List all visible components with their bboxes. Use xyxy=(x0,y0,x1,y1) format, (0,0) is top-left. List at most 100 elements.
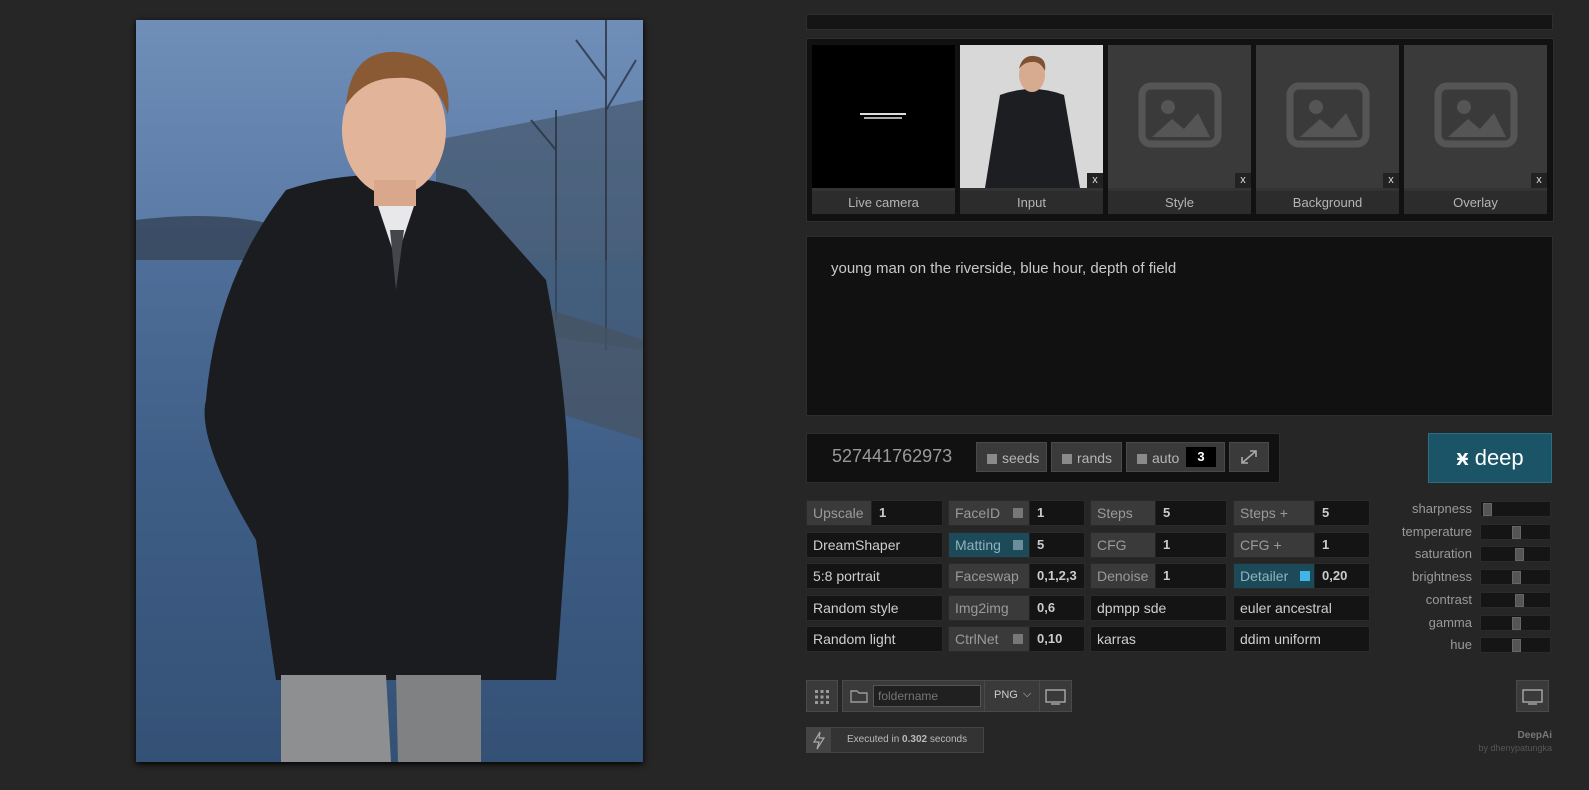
setting-euler-ancestral[interactable]: euler ancestral xyxy=(1233,594,1370,621)
setting-dpmpp-sde[interactable]: dpmpp sde xyxy=(1090,594,1227,621)
remove-style-button[interactable]: x xyxy=(1235,173,1251,188)
setting-value[interactable]: 0,6 xyxy=(1037,596,1055,620)
toggle-indicator-icon[interactable] xyxy=(1013,634,1023,644)
rands-label: rands xyxy=(1077,450,1113,466)
setting-random-style[interactable]: Random style xyxy=(806,594,943,621)
setting-value[interactable]: 5 xyxy=(1163,501,1170,525)
slider-gamma[interactable] xyxy=(1480,614,1551,631)
auto-toggle[interactable]: auto 3 xyxy=(1126,442,1225,472)
slider-hue[interactable] xyxy=(1480,637,1551,654)
format-select[interactable]: PNG ⌵ xyxy=(984,680,1040,712)
deep-logo-icon: ӿ xyxy=(1456,445,1469,470)
input-thumbnail-figure xyxy=(985,55,1080,188)
seed-value[interactable]: 527441762973 xyxy=(832,446,952,467)
setting-matting[interactable]: Matting 5 xyxy=(948,531,1085,558)
setting-value[interactable]: 5 xyxy=(1322,501,1329,525)
deep-label: deep xyxy=(1474,445,1524,470)
setting-value[interactable]: 1 xyxy=(1322,533,1329,557)
setting-label: euler ancestral xyxy=(1240,599,1332,616)
auto-count[interactable]: 3 xyxy=(1186,447,1216,467)
checkbox-icon xyxy=(1137,454,1147,464)
save-toolbar: PNG ⌵ xyxy=(806,680,1072,714)
deep-generate-button[interactable]: ӿ deep xyxy=(1428,433,1552,483)
setting-steps[interactable]: Steps + 5 xyxy=(1233,500,1370,526)
setting-ddim-uniform[interactable]: ddim uniform xyxy=(1233,626,1370,652)
seeds-toggle[interactable]: seeds xyxy=(976,442,1047,472)
slider-saturation[interactable] xyxy=(1480,546,1551,563)
fullscreen-display-button[interactable] xyxy=(1516,680,1549,712)
toggle-indicator-icon[interactable] xyxy=(1013,539,1023,550)
setting-label: Denoise xyxy=(1091,564,1156,588)
setting-value[interactable]: 1 xyxy=(1163,564,1170,588)
slider-temperature[interactable] xyxy=(1480,523,1551,540)
generated-image[interactable] xyxy=(136,20,643,762)
display-button[interactable] xyxy=(1039,680,1072,712)
remove-input-button[interactable]: x xyxy=(1087,173,1103,188)
slot-overlay[interactable]: x Overlay xyxy=(1404,45,1547,214)
remove-background-button[interactable]: x xyxy=(1383,173,1399,188)
setting-5-8-portrait[interactable]: 5:8 portrait xyxy=(806,563,943,589)
setting-karras[interactable]: karras xyxy=(1090,626,1227,652)
setting-value[interactable]: 0,10 xyxy=(1037,627,1062,651)
input-image xyxy=(960,45,1103,188)
setting-value[interactable]: 0,20 xyxy=(1322,564,1347,588)
setting-value[interactable]: 1 xyxy=(879,501,886,525)
slider-label-gamma: gamma xyxy=(1428,614,1472,630)
slider-handle[interactable] xyxy=(1512,616,1521,630)
setting-value[interactable]: 0,1,2,3 xyxy=(1037,564,1077,588)
setting-ctrlnet[interactable]: CtrlNet 0,10 xyxy=(948,626,1085,652)
slider-handle[interactable] xyxy=(1483,503,1492,516)
chevron-down-icon: ⌵ xyxy=(1023,688,1032,700)
slider-label-hue: hue xyxy=(1450,637,1472,653)
slider-brightness[interactable] xyxy=(1480,569,1551,586)
slot-live-camera[interactable]: Live camera xyxy=(812,45,955,214)
toggle-indicator-icon[interactable] xyxy=(1013,508,1023,518)
slider-contrast[interactable] xyxy=(1480,591,1551,608)
prompt-textarea[interactable]: young man on the riverside, blue hour, d… xyxy=(806,236,1553,416)
slider-label-brightness: brightness xyxy=(1412,569,1472,585)
setting-denoise[interactable]: Denoise 1 xyxy=(1090,563,1227,589)
image-placeholder-icon xyxy=(1108,45,1251,188)
slider-handle[interactable] xyxy=(1512,571,1521,585)
slider-handle[interactable] xyxy=(1514,593,1524,607)
brand-byline: by dhenypatungka xyxy=(1478,743,1552,753)
toggle-indicator-icon[interactable] xyxy=(1300,571,1310,581)
setting-label: CFG xyxy=(1091,532,1156,557)
slider-handle[interactable] xyxy=(1512,525,1521,539)
status-bar: Executed in 0.302 seconds xyxy=(806,727,984,753)
slider-handle[interactable] xyxy=(1514,548,1524,562)
slot-caption: Overlay xyxy=(1404,191,1547,214)
setting-img2img[interactable]: Img2img 0,6 xyxy=(948,594,1085,621)
remove-overlay-button[interactable]: x xyxy=(1531,173,1547,188)
setting-random-light[interactable]: Random light xyxy=(806,626,943,652)
setting-faceid[interactable]: FaceID 1 xyxy=(948,500,1085,526)
slot-background[interactable]: x Background xyxy=(1256,45,1399,214)
setting-detailer[interactable]: Detailer 0,20 xyxy=(1233,563,1370,589)
seed-bar: 527441762973 seeds rands auto 3 xyxy=(806,433,1280,483)
setting-cfg[interactable]: CFG + 1 xyxy=(1233,531,1370,558)
foldername-input[interactable] xyxy=(873,685,981,707)
slider-handle[interactable] xyxy=(1512,639,1521,653)
brand: DeepAi by dhenypatungka xyxy=(1478,730,1552,753)
setting-label: Upscale xyxy=(807,501,872,525)
auto-label: auto xyxy=(1152,450,1180,466)
setting-value[interactable]: 5 xyxy=(1037,533,1044,557)
slot-input[interactable]: x Input xyxy=(960,45,1103,214)
slot-style[interactable]: x Style xyxy=(1108,45,1251,214)
slider-sharpness[interactable] xyxy=(1480,501,1551,517)
gallery-button[interactable] xyxy=(806,680,838,712)
monitor-icon xyxy=(1045,689,1066,705)
rands-toggle[interactable]: rands xyxy=(1051,442,1122,472)
lightning-icon xyxy=(807,728,831,752)
setting-value[interactable]: 1 xyxy=(1163,533,1170,557)
setting-faceswap[interactable]: Faceswap 0,1,2,3 xyxy=(948,563,1085,589)
setting-upscale[interactable]: Upscale 1 xyxy=(806,500,943,526)
folder-icon[interactable] xyxy=(845,681,873,711)
slot-caption: Input xyxy=(960,191,1103,214)
setting-steps[interactable]: Steps 5 xyxy=(1090,500,1227,526)
setting-value[interactable]: 1 xyxy=(1037,501,1044,525)
slider-label-temperature: temperature xyxy=(1401,523,1472,539)
setting-cfg[interactable]: CFG 1 xyxy=(1090,531,1227,558)
setting-dreamshaper[interactable]: DreamShaper xyxy=(806,531,943,558)
expand-button[interactable] xyxy=(1229,442,1269,472)
